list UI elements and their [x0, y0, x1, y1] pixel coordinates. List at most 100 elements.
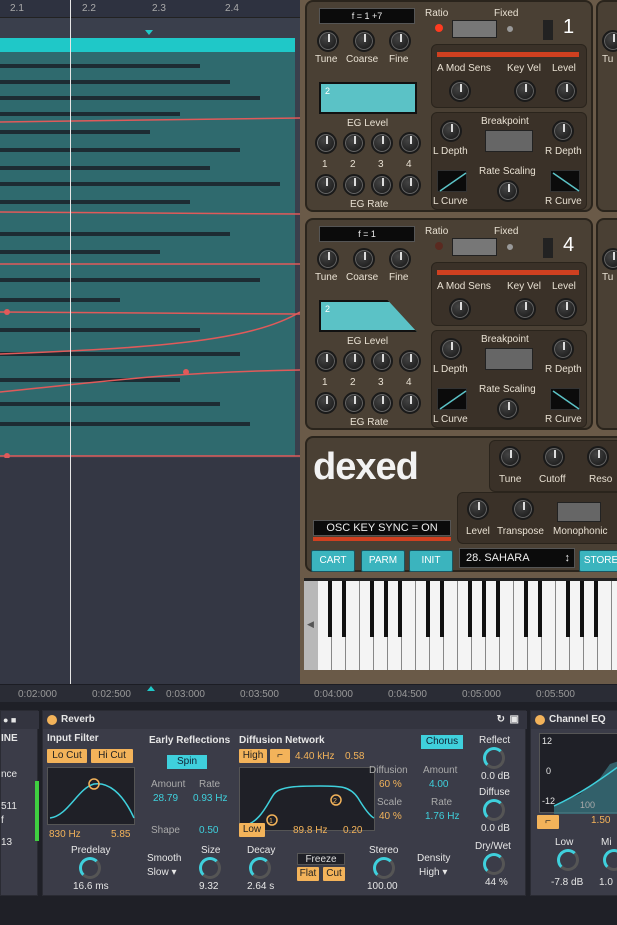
chorus-amount-value[interactable]: 4.00 — [429, 779, 448, 790]
op1-keyvel-knob[interactable] — [514, 80, 536, 102]
op1-rcurve-display[interactable] — [550, 170, 580, 192]
white-key[interactable] — [612, 581, 617, 670]
op1-ldepth-knob[interactable] — [440, 120, 462, 142]
white-key[interactable] — [500, 581, 514, 670]
diffusion-value[interactable]: 60 % — [379, 779, 402, 790]
time-ruler[interactable]: 0:02:000 0:02:500 0:03:000 0:03:500 0:04… — [0, 684, 617, 702]
automation-lines[interactable] — [0, 52, 300, 462]
op4-eg-rate-4-knob[interactable] — [399, 392, 421, 414]
op4-breakpoint-switch[interactable] — [485, 348, 533, 370]
op4-ratescaling-knob[interactable] — [497, 398, 519, 420]
reverb-power-icon[interactable] — [47, 715, 57, 725]
op4-eg-level-4-knob[interactable] — [399, 350, 421, 372]
op4-amod-knob[interactable] — [449, 298, 471, 320]
op4-ratio-fixed-switch[interactable] — [452, 238, 497, 256]
op1-breakpoint-switch[interactable] — [485, 130, 533, 152]
op4-lcurve-display[interactable] — [437, 388, 467, 410]
op1-eg-rate-3-knob[interactable] — [371, 174, 393, 196]
updown-arrows-icon[interactable]: ↕ — [565, 549, 571, 567]
op4-coarse-knob[interactable] — [353, 248, 375, 270]
loop-marker-icon[interactable] — [145, 30, 153, 35]
op1-eg-rate-2-knob[interactable] — [343, 174, 365, 196]
op4-level-knob[interactable] — [555, 298, 577, 320]
diffusion-graph[interactable]: 12 — [239, 767, 375, 831]
input-filter-graph[interactable] — [47, 767, 135, 825]
diffusion-low-freq[interactable]: 89.8 Hz — [293, 825, 327, 836]
op4-rcurve-display[interactable] — [550, 388, 580, 410]
op1-ratescaling-knob[interactable] — [497, 180, 519, 202]
white-key[interactable] — [402, 581, 416, 670]
program-select[interactable]: 28. SAHARA ↕ — [459, 548, 575, 568]
save-preset-icon[interactable]: ▣ — [510, 711, 519, 729]
chorus-button[interactable]: Chorus — [421, 735, 463, 749]
white-key[interactable] — [444, 581, 458, 670]
op1-ratio-fixed-switch[interactable] — [452, 20, 497, 38]
playhead[interactable] — [70, 0, 71, 685]
early-rate-value[interactable]: 0.93 Hz — [193, 793, 227, 804]
op4-envelope-display[interactable]: 2 — [319, 300, 417, 332]
flat-button[interactable]: Flat — [297, 867, 319, 881]
white-key[interactable] — [346, 581, 360, 670]
input-filter-q[interactable]: 5.85 — [111, 829, 130, 840]
op1-coarse-knob[interactable] — [353, 30, 375, 52]
op4-eg-level-2-knob[interactable] — [343, 350, 365, 372]
eq-graph[interactable]: 12 0 -12 100 — [539, 733, 617, 814]
op1-eg-level-4-knob[interactable] — [399, 132, 421, 154]
early-shape-value[interactable]: 0.50 — [199, 825, 218, 836]
bar-ruler[interactable]: 2.1 2.2 2.3 2.4 — [0, 0, 300, 18]
loop-brace[interactable] — [0, 38, 295, 52]
op1-eg-rate-1-knob[interactable] — [315, 174, 337, 196]
op1-lcurve-display[interactable] — [437, 170, 467, 192]
early-amount-value[interactable]: 28.79 — [153, 793, 178, 804]
init-button[interactable]: INIT — [409, 550, 453, 572]
spin-button[interactable]: Spin — [167, 755, 207, 769]
eq-lowcut-icon[interactable]: ⌐ — [537, 815, 559, 829]
op1-switch[interactable] — [543, 20, 553, 40]
eq-power-icon[interactable] — [535, 715, 545, 725]
op1-eg-rate-4-knob[interactable] — [399, 174, 421, 196]
eq-gain-value[interactable]: 1.50 — [591, 815, 610, 826]
scale-value[interactable]: 40 % — [379, 811, 402, 822]
monophonic-switch[interactable] — [557, 502, 601, 522]
global-reso-knob[interactable] — [587, 446, 609, 468]
hi-cut-button[interactable]: Hi Cut — [91, 749, 133, 763]
decay-knob[interactable] — [249, 857, 271, 879]
op4-tune-knob[interactable] — [317, 248, 339, 270]
high-button[interactable]: High — [239, 749, 267, 763]
density-select[interactable]: High ▾ — [419, 867, 447, 878]
diffusion-low-gain[interactable]: 0.20 — [343, 825, 362, 836]
op4-keyvel-knob[interactable] — [514, 298, 536, 320]
piano-roll[interactable]: 2.1 2.2 2.3 2.4 — [0, 0, 300, 685]
global-cutoff-knob[interactable] — [543, 446, 565, 468]
eq-mid-knob[interactable] — [603, 849, 617, 871]
input-filter-freq[interactable]: 830 Hz — [49, 829, 81, 840]
chorus-rate-value[interactable]: 1.76 Hz — [425, 811, 459, 822]
op-right2-tune-knob[interactable] — [602, 248, 617, 270]
drywet-knob[interactable] — [483, 853, 505, 875]
op4-eg-level-3-knob[interactable] — [371, 350, 393, 372]
white-key[interactable] — [542, 581, 556, 670]
left-device-icons[interactable]: ● ■ — [3, 711, 16, 729]
hot-swap-icon[interactable]: ↻ — [497, 711, 505, 729]
size-knob[interactable] — [199, 857, 221, 879]
op4-eg-rate-1-knob[interactable] — [315, 392, 337, 414]
reflect-knob[interactable] — [483, 747, 505, 769]
cart-button[interactable]: CART — [311, 550, 355, 572]
op1-eg-level-1-knob[interactable] — [315, 132, 337, 154]
high-shelf-icon[interactable]: ⌐ — [270, 749, 290, 763]
op4-eg-level-1-knob[interactable] — [315, 350, 337, 372]
global-tune-knob[interactable] — [499, 446, 521, 468]
cut-button[interactable]: Cut — [323, 867, 345, 881]
op-right-tune-knob[interactable] — [602, 30, 617, 52]
stereo-knob[interactable] — [373, 857, 395, 879]
diffuse-knob[interactable] — [483, 799, 505, 821]
lo-cut-button[interactable]: Lo Cut — [47, 749, 87, 763]
op1-fine-knob[interactable] — [389, 30, 411, 52]
empty-lanes[interactable] — [0, 458, 300, 684]
diffusion-high-gain[interactable]: 0.58 — [345, 751, 364, 762]
op1-eg-level-2-knob[interactable] — [343, 132, 365, 154]
global-transpose-knob[interactable] — [512, 498, 534, 520]
white-key[interactable] — [598, 581, 612, 670]
op4-eg-rate-2-knob[interactable] — [343, 392, 365, 414]
smooth-select[interactable]: Slow ▾ — [147, 867, 177, 878]
